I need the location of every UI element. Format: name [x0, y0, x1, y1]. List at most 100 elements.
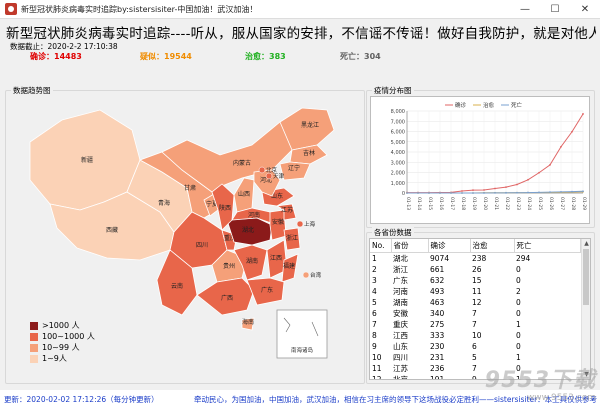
maximize-button[interactable]: ☐ [540, 0, 570, 19]
table-cell: 8 [372, 331, 377, 340]
y-tick-label: 3,000 [391, 160, 405, 166]
close-button[interactable]: ✕ [570, 0, 600, 19]
data-point [461, 192, 463, 194]
data-point [494, 192, 496, 194]
table-cell: 山东 [393, 342, 408, 351]
headline: 新型冠状肺炎病毒实时追踪----听从，服从国家的安排，不信谣不传谣！做好自我防护… [6, 26, 596, 42]
table-cell: 湖北 [393, 254, 408, 263]
y-tick-label: 8,000 [391, 109, 405, 115]
province-label: 新疆 [81, 156, 93, 164]
table-cell: 0 [516, 298, 521, 307]
table-cell: 238 [472, 254, 487, 263]
table-cell: 10 [372, 353, 382, 362]
data-point [428, 192, 430, 194]
legend-label: >1000 人 [42, 321, 80, 330]
stats-row: 确诊：14483 疑似：19544 治愈：383 死亡：304 [0, 51, 600, 63]
x-tick-label: 01-14 [416, 197, 422, 210]
table-row[interactable]: 5 湖南 463 12 0 [370, 297, 581, 308]
legend-label: 10~99 人 [42, 343, 80, 352]
y-tick-label: 2,000 [391, 171, 405, 177]
province-label: 山西 [238, 190, 250, 198]
province-label: 湖北 [242, 226, 254, 234]
legend-item-1: 1~9人 [30, 353, 95, 364]
table-row[interactable]: 8 江西 333 10 0 [370, 330, 581, 341]
table-cell: 11 [472, 287, 482, 296]
table-row[interactable]: 3 广东 632 15 0 [370, 275, 581, 286]
city-marker[interactable] [258, 166, 266, 174]
table-cell: 7 [372, 320, 377, 329]
column-header[interactable]: 死亡 [514, 239, 581, 253]
y-tick-label: 1,000 [391, 181, 405, 187]
province-label: 吉林 [303, 149, 315, 157]
data-point [549, 191, 551, 194]
data-point [582, 190, 584, 193]
city-marker[interactable] [296, 220, 304, 228]
province-label: 台湾 [310, 271, 322, 279]
table-row[interactable]: 4 河南 493 11 2 [370, 286, 581, 297]
table-cell: 四川 [393, 353, 408, 362]
table-cell: 江苏 [393, 364, 408, 373]
data-point [538, 191, 540, 194]
table-cell: 广东 [393, 276, 408, 285]
y-tick-label: 4,000 [391, 150, 405, 156]
table-cell: 河南 [393, 287, 408, 296]
province-table[interactable]: No. 省份 确诊 治愈 死亡 1 湖北 9074 238 294 2 浙江 661 26 0 3 广东 632… [369, 238, 591, 380]
table-cell: 0 [516, 309, 521, 318]
table-row[interactable]: 7 重庆 275 7 1 [370, 319, 581, 330]
table-row[interactable]: 6 安徽 340 7 0 [370, 308, 581, 319]
table-cell: 湖南 [393, 298, 408, 307]
table-cell: 7 [472, 320, 477, 329]
table-row[interactable]: 2 浙江 661 26 0 [370, 264, 581, 275]
table-row[interactable]: 9 山东 230 6 0 [370, 341, 581, 352]
column-header[interactable]: 确诊 [428, 239, 471, 253]
province-label: 四川 [196, 242, 208, 249]
x-tick-label: 01-18 [460, 197, 466, 210]
x-tick-label: 01-16 [438, 197, 444, 210]
table-cell: 4 [372, 287, 377, 296]
city-marker[interactable] [302, 271, 310, 279]
table-scrollbar[interactable]: ▲ ▼ [581, 239, 590, 379]
table-cell: 11 [372, 364, 382, 373]
table-cell: 191 [428, 374, 470, 379]
province-label: 北京 [266, 166, 278, 174]
province-label: 福建 [283, 262, 295, 270]
legend-label: 死亡 [511, 101, 523, 109]
y-tick-label: 5,000 [391, 140, 405, 146]
table-cell: 安徽 [393, 309, 408, 318]
legend-label: 治愈 [483, 101, 495, 109]
data-point [516, 191, 518, 194]
province-label: 江苏 [281, 206, 293, 214]
y-tick-label: 6,000 [391, 130, 405, 136]
data-point [516, 183, 518, 186]
data-point [461, 190, 463, 192]
province-label: 广东 [261, 286, 273, 294]
scroll-thumb[interactable] [583, 249, 589, 305]
province-label: 海南 [242, 318, 254, 326]
minimize-button[interactable]: — [510, 0, 540, 19]
province-label: 黑龙江 [301, 121, 319, 129]
table-cell: 10 [472, 331, 482, 340]
column-header[interactable]: No. [370, 239, 392, 253]
table-cell: 9074 [430, 254, 450, 263]
city-marker[interactable] [265, 172, 273, 180]
province-label: 浙江 [286, 234, 298, 242]
y-tick-label: 7,000 [391, 119, 405, 125]
scroll-up-icon[interactable]: ▲ [582, 239, 590, 248]
table-cell: 北京 [391, 374, 428, 379]
trend-chart: 确诊 治愈 死亡 0 1,000 2,000 3,000 4,000 5,000 6,000 7,0… [391, 101, 587, 210]
table-cell: 661 [430, 265, 445, 274]
province-grid: No. 省份 确诊 治愈 死亡 1 湖北 9074 238 294 2 浙江 661 26 0 3 广东 632… [370, 239, 581, 379]
table-cell: 0 [516, 276, 521, 285]
province-label: 甘肃 [184, 184, 196, 192]
data-point [472, 192, 474, 194]
table-row[interactable]: 1 湖北 9074 238 294 [370, 253, 581, 265]
table-cell: 0 [516, 331, 521, 340]
chart-group-title: 疫情分布图 [372, 85, 414, 96]
data-point [483, 189, 485, 191]
province-label: 陕西 [219, 204, 231, 212]
column-header[interactable]: 治愈 [470, 239, 515, 253]
table-cell: 7 [472, 309, 477, 318]
data-point [417, 192, 419, 194]
data-point [505, 186, 507, 189]
column-header[interactable]: 省份 [391, 239, 429, 253]
